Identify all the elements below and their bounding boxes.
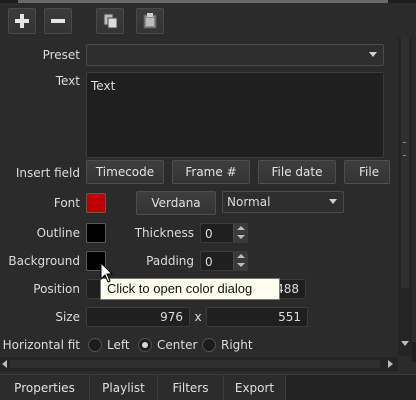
dock-tab-bar: Properties Playlist Filters Export [0,374,416,400]
horizontal-fit-label: Horizontal fit [2,338,80,352]
panel-edge [412,342,416,362]
mouse-cursor-icon [100,262,114,283]
preset-label: Preset [42,48,80,62]
font-weight-combo[interactable]: Normal [222,191,344,213]
chevron-down-icon [369,52,377,57]
size-height-field[interactable]: 551 [206,307,308,327]
thickness-value: 0 [205,227,213,241]
paste-icon [143,13,157,29]
plus-icon [15,14,29,28]
font-family-button[interactable]: Verdana [136,191,216,215]
radio-left-label[interactable]: Left [107,338,130,352]
top-scrollbar-thumb[interactable] [18,0,388,3]
insert-field-label: Insert field [15,166,80,180]
text-label: Text [55,74,80,88]
spin-up-icon[interactable] [237,254,245,258]
radio-left[interactable] [88,338,102,352]
text-input-value: Text [91,79,116,93]
padding-label: Padding [146,254,194,268]
chevron-down-icon [329,199,337,204]
radio-center-label[interactable]: Center [157,338,197,352]
text-input[interactable]: Text [86,72,384,158]
size-label: Size [55,310,80,324]
file-name-button[interactable]: File n [344,160,390,184]
scroll-left-icon[interactable] [2,360,7,368]
radio-right-label[interactable]: Right [221,338,253,352]
thickness-spinbox[interactable]: 0 [200,223,248,243]
spin-up-icon[interactable] [237,226,245,230]
padding-spinbox[interactable]: 0 [200,251,248,271]
copy-button[interactable] [96,8,124,34]
outline-color-swatch[interactable] [86,223,106,243]
copy-icon [103,13,118,29]
tab-playlist[interactable]: Playlist [90,375,158,400]
radio-right[interactable] [202,338,216,352]
paste-button[interactable] [136,8,164,34]
tab-properties[interactable]: Properties [0,375,90,400]
scroll-down-icon[interactable] [401,341,409,346]
outline-label: Outline [36,226,80,240]
spin-controls[interactable] [233,224,247,242]
grip-icon [403,142,406,156]
frame-number-button[interactable]: Frame # [172,160,250,184]
tab-filters[interactable]: Filters [158,375,224,400]
thickness-label: Thickness [134,226,194,240]
minus-icon [51,19,65,23]
spin-down-icon[interactable] [237,263,245,267]
spin-down-icon[interactable] [237,235,245,239]
spin-controls[interactable] [233,252,247,270]
position-label: Position [33,282,80,296]
top-scrollbar[interactable] [0,0,416,3]
vertical-scrollbar[interactable] [398,38,412,356]
text-filter-panel: Preset Text Text Insert field Timecode F… [0,38,398,356]
timecode-button[interactable]: Timecode [86,160,164,184]
tab-export[interactable]: Export [224,375,286,400]
file-date-button[interactable]: File date [258,160,336,184]
add-button[interactable] [8,8,36,34]
padding-value: 0 [205,255,213,269]
color-dialog-tooltip: Click to open color dialog [100,278,280,300]
font-label: Font [53,196,80,210]
horizontal-scrollbar-thumb[interactable] [10,360,380,368]
scroll-right-icon[interactable] [388,360,393,368]
vertical-scrollbar-thumb[interactable] [401,38,409,288]
size-separator: x [194,310,202,324]
radio-center[interactable] [138,338,152,352]
font-color-swatch[interactable] [86,193,106,213]
font-weight-value: Normal [227,195,271,209]
background-label: Background [8,254,80,268]
preset-combo[interactable] [86,44,384,66]
horizontal-scrollbar[interactable] [0,357,398,371]
size-width-field[interactable]: 976 [86,307,190,327]
remove-button[interactable] [44,8,72,34]
